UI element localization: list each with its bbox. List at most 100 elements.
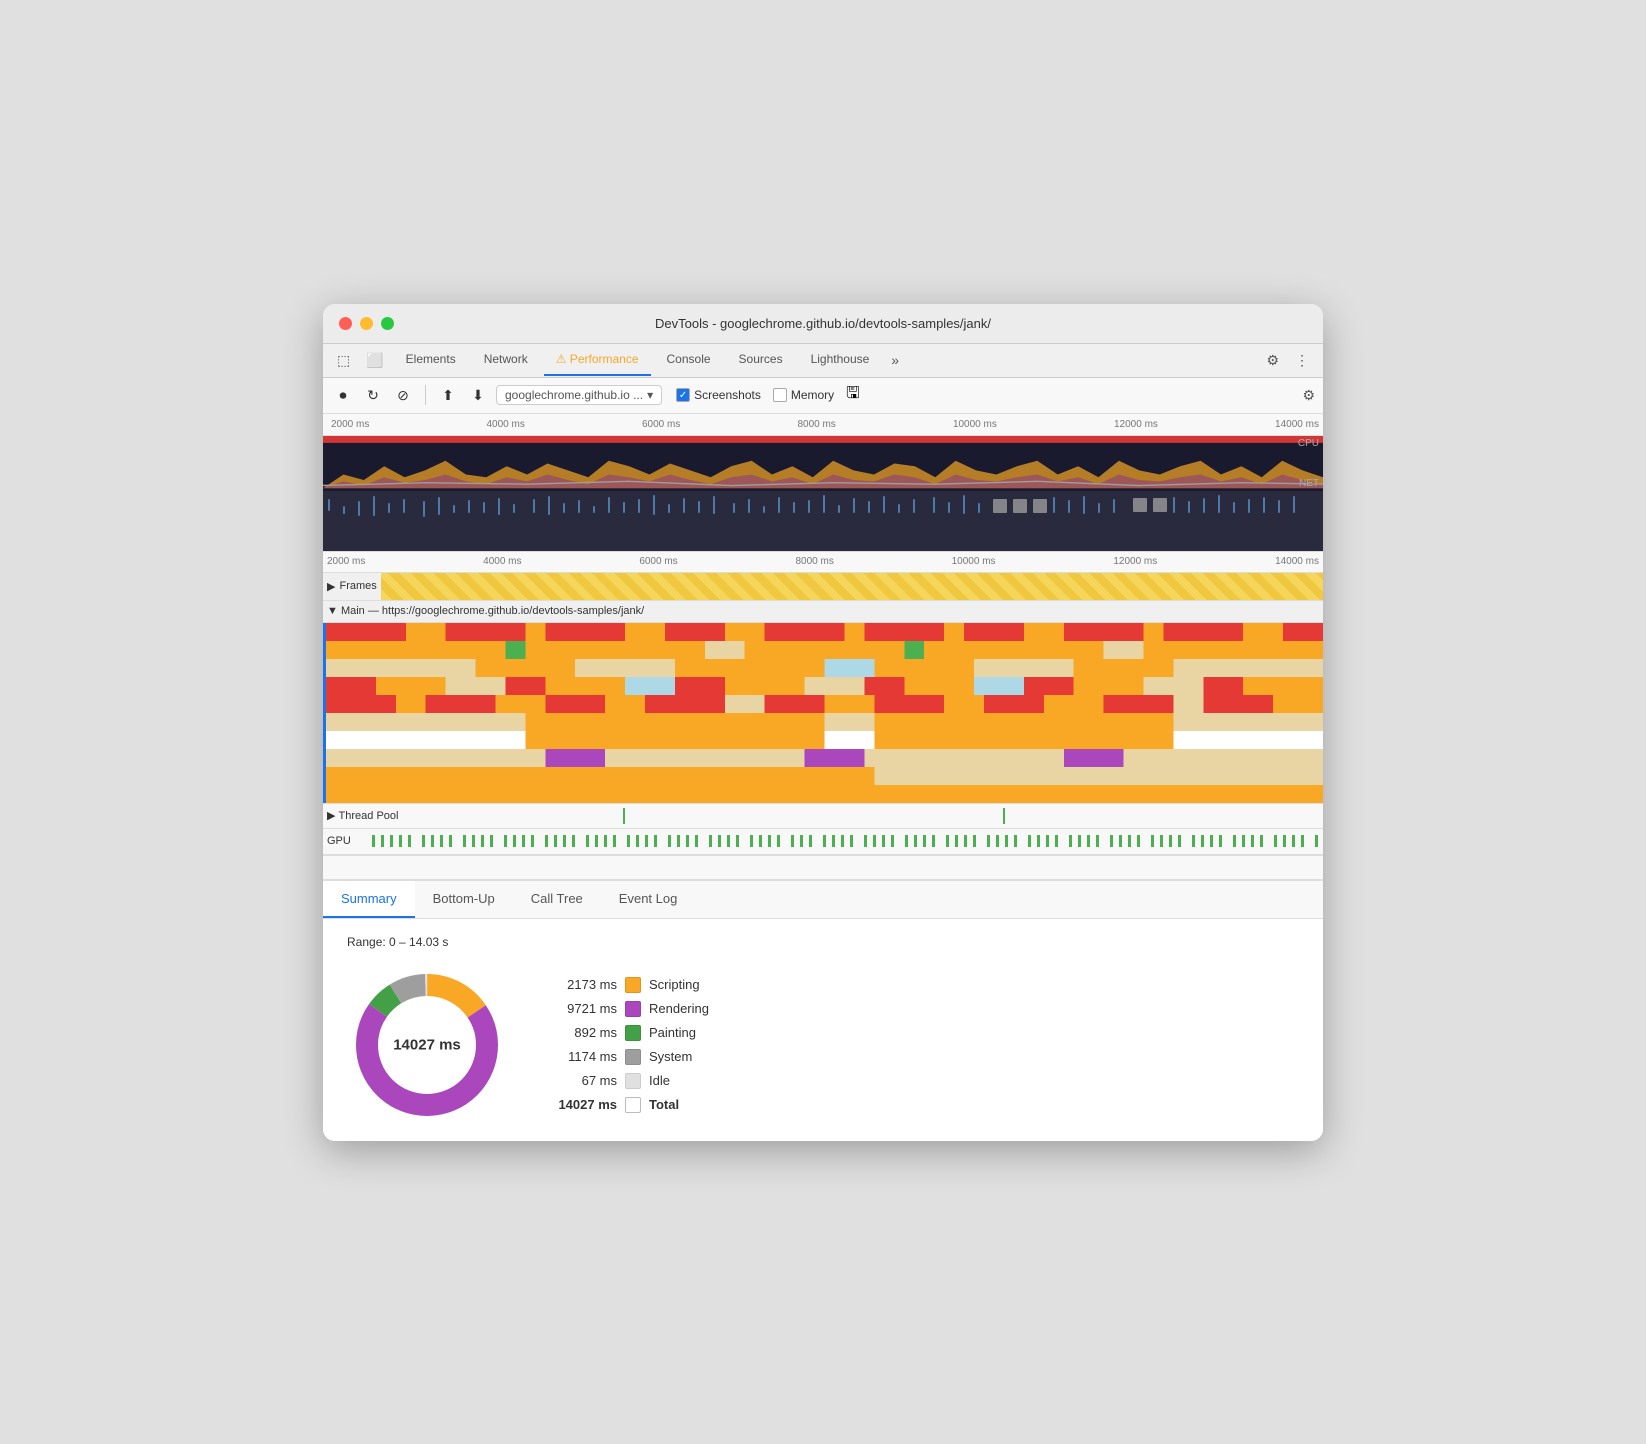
flame-row-8 xyxy=(326,749,1323,767)
tab-console[interactable]: Console xyxy=(655,344,723,376)
cpu-label: CPU xyxy=(1298,438,1319,449)
legend: 2173 ms Scripting 9721 ms Rendering 892 … xyxy=(547,977,709,1113)
ruler-marks-top: 2000 ms 4000 ms 6000 ms 8000 ms 10000 ms… xyxy=(327,419,1319,430)
memory-label: Memory xyxy=(791,388,834,402)
mark-12000: 12000 ms xyxy=(1114,419,1158,430)
donut-chart: 14027 ms xyxy=(347,965,507,1125)
devtools-tabbar: ⬚ ⬜ Elements Network ⚠ Performance Conso… xyxy=(323,344,1323,378)
main-flame-chart xyxy=(323,623,1323,803)
frames-bar xyxy=(381,573,1323,600)
main-row-header[interactable]: ▼ Main — https://googlechrome.github.io/… xyxy=(323,601,1323,623)
tab-call-tree[interactable]: Call Tree xyxy=(513,881,601,918)
tab-elements[interactable]: Elements xyxy=(394,344,468,376)
bottom-tabs: Summary Bottom-Up Call Tree Event Log xyxy=(323,881,1323,919)
legend-idle: 67 ms Idle xyxy=(547,1073,709,1089)
mark-b-8000: 8000 ms xyxy=(795,556,833,567)
cpu-overview[interactable]: CPU NET xyxy=(323,436,1323,491)
url-dropdown-icon[interactable]: ▾ xyxy=(647,388,653,402)
performance-toolbar: ⏺ ↻ ⊘ ⬆ ⬇ googlechrome.github.io ... ▾ S… xyxy=(323,378,1323,414)
net-label: NET xyxy=(1299,478,1319,489)
clear-button[interactable]: ⊘ xyxy=(391,383,415,407)
legend-idle-time: 67 ms xyxy=(547,1073,617,1088)
memory-option[interactable]: Memory xyxy=(773,388,834,402)
flame-row-10 xyxy=(326,785,1323,803)
gpu-row: GPU xyxy=(323,829,1323,855)
mark-b-6000: 6000 ms xyxy=(639,556,677,567)
mark-2000: 2000 ms xyxy=(331,419,369,430)
thread-pool-row[interactable]: ▶ Thread Pool xyxy=(323,803,1323,829)
tab-performance[interactable]: ⚠ Performance xyxy=(544,344,651,376)
gpu-label: GPU xyxy=(327,835,367,847)
close-button[interactable] xyxy=(339,317,352,330)
tab-bottom-up[interactable]: Bottom-Up xyxy=(415,881,513,918)
tab-network[interactable]: Network xyxy=(472,344,540,376)
ruler-marks-bottom: 2000 ms 4000 ms 6000 ms 8000 ms 10000 ms… xyxy=(323,556,1323,567)
mark-4000: 4000 ms xyxy=(486,419,524,430)
tab-lighthouse[interactable]: Lighthouse xyxy=(799,344,882,376)
gpu-chart xyxy=(367,833,1323,849)
flame-row-3 xyxy=(326,659,1323,677)
memory-checkbox[interactable] xyxy=(773,388,787,402)
ruler-bottom: 2000 ms 4000 ms 6000 ms 8000 ms 10000 ms… xyxy=(323,551,1323,573)
more-menu-icon[interactable]: ⋮ xyxy=(1289,344,1315,377)
thread-pool-marker-1 xyxy=(623,808,625,824)
mark-10000: 10000 ms xyxy=(953,419,997,430)
ruler-top: 2000 ms 4000 ms 6000 ms 8000 ms 10000 ms… xyxy=(323,414,1323,436)
screenshots-checkbox[interactable] xyxy=(676,388,690,402)
legend-painting-time: 892 ms xyxy=(547,1025,617,1040)
inspect-icon[interactable]: ⬜ xyxy=(360,344,389,377)
screenshots-option[interactable]: Screenshots xyxy=(676,388,761,402)
titlebar: DevTools - googlechrome.github.io/devtoo… xyxy=(323,304,1323,344)
frames-label: ▶ Frames xyxy=(327,580,381,593)
tab-sources[interactable]: Sources xyxy=(727,344,795,376)
paint-icon[interactable]: 🖫 xyxy=(846,382,860,409)
legend-rendering: 9721 ms Rendering xyxy=(547,1001,709,1017)
url-text: googlechrome.github.io ... xyxy=(505,388,643,402)
more-tabs-icon[interactable]: » xyxy=(885,344,905,376)
flame-row-1 xyxy=(326,623,1323,641)
mark-b-10000: 10000 ms xyxy=(952,556,996,567)
upload-button[interactable]: ⬆ xyxy=(436,383,460,407)
legend-scripting-time: 2173 ms xyxy=(547,977,617,992)
mark-8000: 8000 ms xyxy=(797,419,835,430)
refresh-button[interactable]: ↻ xyxy=(361,383,385,407)
summary-content: 14027 ms 2173 ms Scripting 9721 ms Rende… xyxy=(347,965,1299,1125)
thread-pool-label: Thread Pool xyxy=(339,810,399,822)
separator-1 xyxy=(425,385,426,405)
legend-total-label: Total xyxy=(649,1097,679,1112)
legend-rendering-swatch xyxy=(625,1001,641,1017)
flame-rows xyxy=(326,623,1323,803)
cpu-chart xyxy=(323,436,1323,491)
record-button[interactable]: ⏺ xyxy=(331,383,355,407)
legend-idle-swatch xyxy=(625,1073,641,1089)
flame-row-4 xyxy=(326,677,1323,695)
url-display: googlechrome.github.io ... ▾ xyxy=(496,385,662,405)
legend-system-label: System xyxy=(649,1049,692,1064)
settings-icon[interactable]: ⚙ xyxy=(1260,344,1285,377)
maximize-button[interactable] xyxy=(381,317,394,330)
mark-b-4000: 4000 ms xyxy=(483,556,521,567)
legend-system-swatch xyxy=(625,1049,641,1065)
tab-summary[interactable]: Summary xyxy=(323,881,415,918)
frames-row[interactable]: ▶ Frames xyxy=(323,573,1323,601)
legend-rendering-time: 9721 ms xyxy=(547,1001,617,1016)
options-group: Screenshots Memory 🖫 xyxy=(676,382,860,409)
legend-scripting: 2173 ms Scripting xyxy=(547,977,709,993)
cursor-icon[interactable]: ⬚ xyxy=(331,344,356,377)
legend-system-time: 1174 ms xyxy=(547,1049,617,1064)
thread-pool-triangle-icon: ▶ xyxy=(327,809,335,822)
timeline-spacer xyxy=(323,855,1323,879)
mark-b-14000: 14000 ms xyxy=(1275,556,1319,567)
range-text: Range: 0 – 14.03 s xyxy=(347,935,1299,949)
legend-painting-swatch xyxy=(625,1025,641,1041)
devtools-settings-icon[interactable]: ⚙ xyxy=(1302,387,1315,404)
legend-painting: 892 ms Painting xyxy=(547,1025,709,1041)
download-button[interactable]: ⬇ xyxy=(466,383,490,407)
legend-idle-label: Idle xyxy=(649,1073,670,1088)
summary-panel: Range: 0 – 14.03 s xyxy=(323,919,1323,1141)
main-label: Main — https://googlechrome.github.io/de… xyxy=(341,605,644,617)
screenshots-chart xyxy=(323,491,1323,551)
tab-event-log[interactable]: Event Log xyxy=(601,881,696,918)
minimize-button[interactable] xyxy=(360,317,373,330)
legend-total: 14027 ms Total xyxy=(547,1097,709,1113)
